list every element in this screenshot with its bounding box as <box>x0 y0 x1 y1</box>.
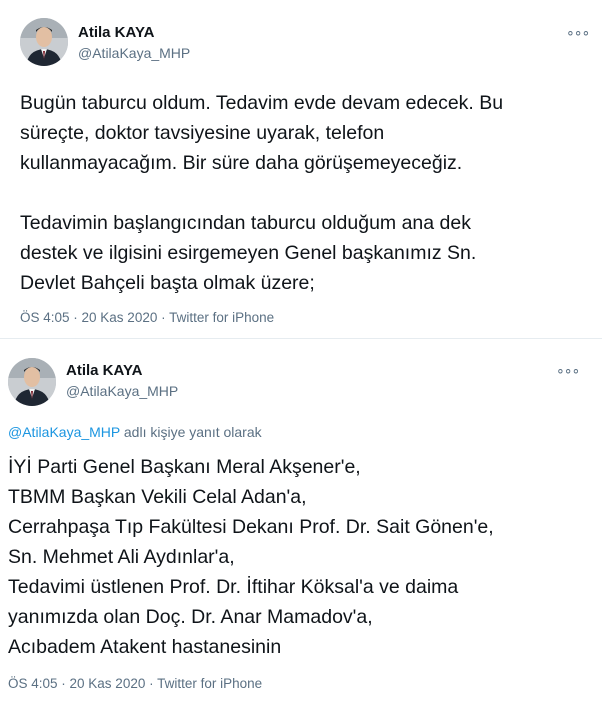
tweet-source[interactable]: Twitter for iPhone <box>157 676 262 691</box>
user-handle[interactable]: @AtilaKaya_MHP <box>66 383 178 399</box>
reply-handle-link[interactable]: @AtilaKaya_MHP <box>8 424 120 440</box>
more-dots-icon[interactable]: ∘∘∘ <box>556 362 580 379</box>
tweet-date[interactable]: 20 Kas 2020 <box>70 676 146 691</box>
reply-context: @AtilaKaya_MHP adlı kişiye yanıt olarak <box>8 424 262 440</box>
tweet-source[interactable]: Twitter for iPhone <box>169 310 274 325</box>
tweet-time[interactable]: ÖS 4:05 <box>20 310 70 325</box>
tweet-text: Bugün taburcu oldum. Tedavim evde devam … <box>20 92 504 294</box>
tweet-text: İYİ Parti Genel Başkanı Meral Akşener'e,… <box>8 456 494 658</box>
tweet-time[interactable]: ÖS 4:05 <box>8 676 58 691</box>
tweet-meta: ÖS 4:05 · 20 Kas 2020 · Twitter for iPho… <box>8 676 262 691</box>
reply-suffix: adlı kişiye yanıt olarak <box>123 424 262 440</box>
separator: · <box>145 676 158 691</box>
tweet-card: Atila KAYA @AtilaKaya_MHP ∘∘∘ @AtilaKaya… <box>0 340 602 711</box>
display-name[interactable]: Atila KAYA <box>78 24 154 41</box>
separator: · <box>57 676 70 691</box>
user-handle[interactable]: @AtilaKaya_MHP <box>78 45 190 61</box>
profile-photo-icon <box>20 18 68 66</box>
tweet-meta: ÖS 4:05 · 20 Kas 2020 · Twitter for iPho… <box>20 310 274 325</box>
tweet-card: Atila KAYA @AtilaKaya_MHP ∘∘∘ Bugün tabu… <box>0 0 602 340</box>
divider <box>0 338 602 339</box>
avatar[interactable] <box>8 358 56 406</box>
tweet-date[interactable]: 20 Kas 2020 <box>82 310 158 325</box>
profile-photo-icon <box>8 358 56 406</box>
more-dots-icon[interactable]: ∘∘∘ <box>566 24 590 41</box>
separator: · <box>157 310 170 325</box>
display-name[interactable]: Atila KAYA <box>66 362 142 379</box>
separator: · <box>69 310 82 325</box>
avatar[interactable] <box>20 18 68 66</box>
